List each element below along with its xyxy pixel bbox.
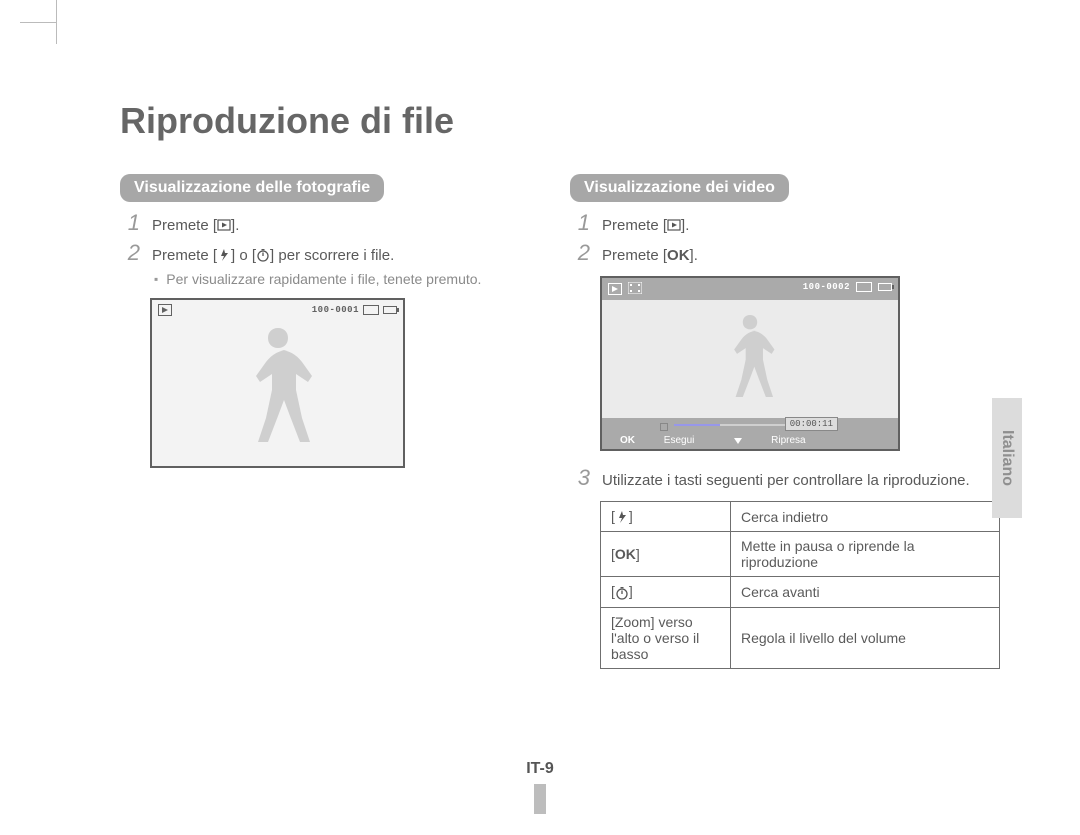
person-silhouette — [602, 306, 898, 406]
text-fragment: ] per scorrere i file. — [270, 247, 394, 264]
step-2: 2 Premete [OK]. — [570, 240, 990, 266]
language-tab: Italiano — [992, 398, 1022, 518]
text-fragment: ]. — [690, 247, 698, 264]
steps-left: 1 Premete []. 2 Premete [ ] o [ ] per scor… — [120, 210, 540, 468]
photo-preview-screen: 100-0001 — [150, 298, 405, 468]
bullet-marker: ▪ — [154, 272, 158, 288]
elapsed-time-label: 00:00:11 — [785, 417, 838, 431]
ok-label: OK — [667, 247, 690, 264]
topbar-right: 100-0001 — [312, 305, 397, 315]
step-1: 1 Premete []. — [120, 210, 540, 236]
fn-label: Ripresa — [771, 435, 805, 446]
ok-label: OK — [620, 435, 635, 446]
ok-label: OK — [615, 546, 636, 562]
step-text: Utilizzate i tasti seguenti per controll… — [602, 471, 970, 491]
down-triangle-icon — [734, 437, 742, 445]
controls-table: [] Cerca indietro [OK] Mette in pausa o … — [600, 501, 1000, 669]
playback-mode-icon — [158, 304, 172, 316]
section-header-photos: Visualizzazione delle fotografie — [120, 174, 384, 202]
step-number: 2 — [570, 240, 590, 266]
table-row: [] Cerca indietro — [601, 502, 1000, 532]
person-silhouette — [152, 320, 403, 466]
progress-fill — [674, 424, 720, 426]
page-number-bar — [534, 784, 546, 814]
control-action-cell: Cerca avanti — [731, 577, 1000, 607]
control-action-cell: Mette in pausa o riprende la riproduzion… — [731, 532, 1000, 577]
steps-right: 1 Premete []. 2 Premete [OK]. 100-0002 — [570, 210, 990, 669]
battery-icon — [383, 306, 397, 314]
sub-bullet: ▪ Per visualizzare rapidamente i file, t… — [154, 270, 540, 288]
right-column: Visualizzazione dei video 1 Premete []. … — [570, 174, 990, 669]
fn-label: Esegui — [664, 435, 695, 446]
video-topbar-left — [608, 282, 642, 296]
control-action-cell: Regola il livello del volume — [731, 607, 1000, 668]
language-label: Italiano — [998, 430, 1016, 486]
step-number: 2 — [120, 240, 140, 266]
step-text: Premete [OK]. — [602, 246, 698, 266]
text-fragment: ] o [ — [231, 247, 256, 264]
control-key-cell: [OK] — [601, 532, 731, 577]
stop-icon — [660, 423, 668, 431]
file-index-label: 100-0002 — [803, 282, 850, 292]
fn-item: Ripresa — [734, 435, 805, 446]
step-text: Premete [ ] o [ ] per scorrere i file. — [152, 246, 394, 266]
battery-icon — [878, 283, 892, 291]
step-number: 3 — [570, 465, 590, 491]
file-index-label: 100-0001 — [312, 305, 359, 315]
crop-mark-v — [56, 0, 57, 44]
crop-mark-h — [20, 22, 56, 23]
step-2: 2 Premete [ ] o [ ] per scorrere i file. — [120, 240, 540, 266]
timer-icon — [256, 246, 270, 266]
section-header-videos: Visualizzazione dei video — [570, 174, 789, 202]
page-number: IT-9 — [0, 760, 1080, 778]
flash-icon — [615, 509, 629, 525]
text-fragment: Premete [ — [602, 217, 667, 234]
step-1: 1 Premete []. — [570, 210, 990, 236]
table-row: [OK] Mette in pausa o riprende la riprod… — [601, 532, 1000, 577]
sub-bullet-text: Per visualizzare rapidamente i file, ten… — [166, 270, 481, 288]
control-key-cell: [] — [601, 502, 731, 532]
video-topbar-right: 100-0002 — [803, 282, 892, 292]
topbar-left — [158, 304, 172, 316]
text-fragment: ]. — [681, 217, 689, 234]
flash-icon — [217, 246, 231, 266]
timer-icon — [615, 585, 629, 601]
control-key-cell: [Zoom] verso l'alto o verso il basso — [601, 607, 731, 668]
left-column: Visualizzazione delle fotografie 1 Preme… — [120, 174, 540, 468]
text-fragment: Premete [ — [602, 247, 667, 264]
tag-icon — [856, 282, 872, 292]
playback-mode-icon — [608, 283, 622, 295]
movie-icon — [628, 282, 642, 296]
control-key-cell: [] — [601, 577, 731, 607]
text-fragment: Premete [ — [152, 247, 217, 264]
table-row: [Zoom] verso l'alto o verso il basso Reg… — [601, 607, 1000, 668]
photo-topbar: 100-0001 — [158, 304, 397, 316]
function-bar: OK Esegui Ripresa — [602, 435, 898, 446]
step-3: 3 Utilizzate i tasti seguenti per contro… — [570, 465, 990, 491]
tag-icon — [363, 305, 379, 315]
step-number: 1 — [120, 210, 140, 236]
step-number: 1 — [570, 210, 590, 236]
step-text: Premete []. — [152, 216, 239, 236]
text-fragment: Premete [ — [152, 217, 217, 234]
table-row: [] Cerca avanti — [601, 577, 1000, 607]
playback-icon — [217, 216, 231, 236]
page-title: Riproduzione di file — [120, 100, 454, 142]
control-action-cell: Cerca indietro — [731, 502, 1000, 532]
text-fragment: ]. — [231, 217, 239, 234]
fn-item: OK Esegui — [620, 435, 694, 446]
playback-icon — [667, 216, 681, 236]
video-preview-screen: 100-0002 00:00:11 OK Esegui Ripresa — [600, 276, 900, 451]
step-text: Premete []. — [602, 216, 689, 236]
